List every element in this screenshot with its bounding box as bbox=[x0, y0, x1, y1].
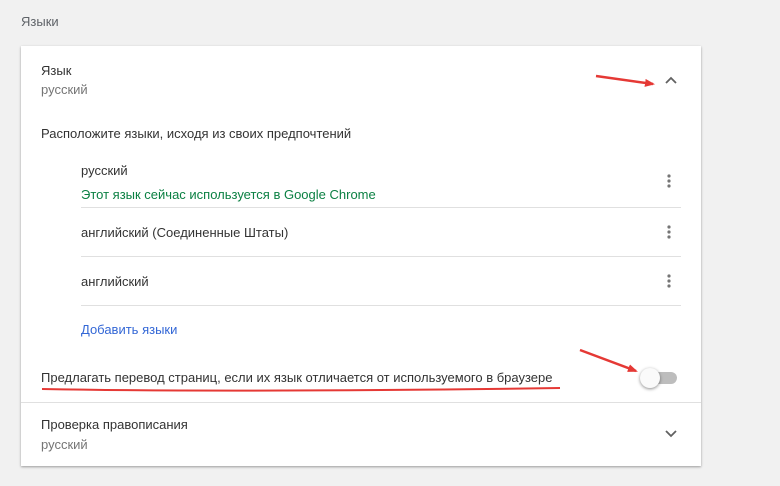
language-item-name: русский bbox=[81, 163, 128, 178]
language-menu-button[interactable] bbox=[657, 169, 681, 193]
chevron-up-icon bbox=[665, 76, 677, 84]
collapse-language-button[interactable] bbox=[661, 70, 681, 90]
more-vert-icon bbox=[667, 225, 671, 239]
more-vert-icon bbox=[667, 274, 671, 288]
language-order-label: Расположите языки, исходя из своих предп… bbox=[41, 126, 352, 141]
expand-spellcheck-button[interactable] bbox=[661, 424, 681, 444]
section-title: Языки bbox=[21, 14, 59, 29]
language-item-russian: русский Этот язык сейчас используется в … bbox=[81, 163, 681, 207]
divider bbox=[81, 305, 681, 306]
offer-translate-label: Предлагать перевод страниц, если их язык… bbox=[41, 370, 553, 385]
language-title: Язык bbox=[41, 63, 72, 78]
language-menu-button[interactable] bbox=[657, 220, 681, 244]
spellcheck-title: Проверка правописания bbox=[41, 417, 188, 432]
more-vert-icon bbox=[667, 174, 671, 188]
add-languages-link[interactable]: Добавить языки bbox=[81, 322, 177, 337]
section-divider bbox=[21, 402, 701, 403]
language-menu-button[interactable] bbox=[657, 269, 681, 293]
toggle-knob bbox=[640, 368, 660, 388]
language-item-name: английский (Соединенные Штаты) bbox=[81, 225, 289, 240]
chevron-down-icon bbox=[665, 430, 677, 438]
language-item-note: Этот язык сейчас используется в Google C… bbox=[81, 187, 376, 202]
offer-translate-toggle[interactable] bbox=[640, 368, 677, 388]
spellcheck-subtitle: русский bbox=[41, 437, 88, 452]
language-item-name: английский bbox=[81, 274, 149, 289]
languages-card: Язык русский Расположите языки, исходя и… bbox=[21, 46, 701, 466]
language-item-english-us: английский (Соединенные Штаты) bbox=[81, 208, 681, 256]
language-item-english: английский bbox=[81, 257, 681, 305]
language-subtitle: русский bbox=[41, 82, 88, 97]
